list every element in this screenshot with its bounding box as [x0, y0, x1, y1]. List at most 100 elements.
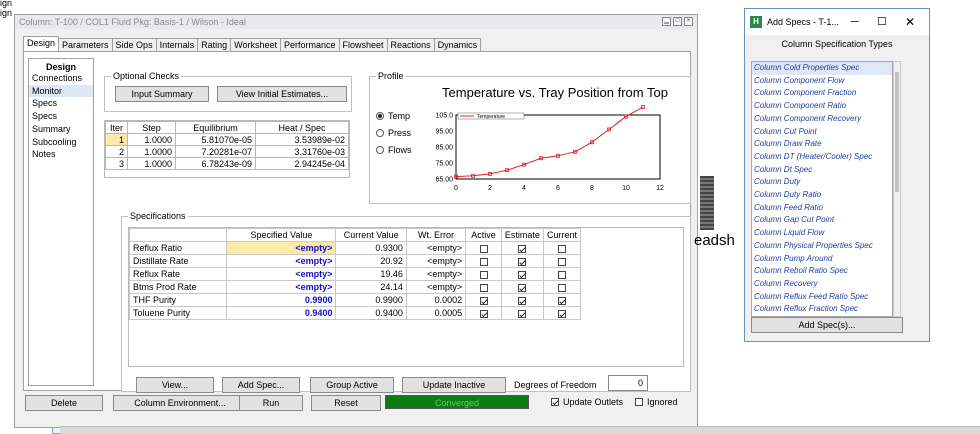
- active-checkbox[interactable]: [479, 283, 488, 292]
- current-checkbox[interactable]: [557, 244, 566, 253]
- scrollbar-thumb[interactable]: [895, 72, 899, 192]
- tab-internals[interactable]: Internals: [155, 38, 199, 51]
- specified-value-cell[interactable]: <empty>: [226, 254, 337, 268]
- radio-temp[interactable]: Temp: [376, 107, 412, 124]
- list-item[interactable]: Column Dt Spec: [752, 164, 892, 177]
- reset-button[interactable]: Reset: [311, 395, 381, 411]
- active-checkbox[interactable]: [479, 296, 488, 305]
- radio-flows[interactable]: Flows: [376, 141, 412, 158]
- list-item[interactable]: Column Pump Around: [752, 253, 892, 266]
- table-row[interactable]: 3 1.0000 6.78243e-09 2.94245e-04: [105, 157, 349, 170]
- minimize-icon[interactable]: ▁: [662, 17, 671, 26]
- radio-flows-indicator[interactable]: [376, 145, 384, 154]
- horizontal-scrollbar[interactable]: [60, 426, 980, 434]
- radio-temp-indicator[interactable]: [376, 111, 384, 120]
- specified-value-cell[interactable]: <empty>: [226, 280, 337, 294]
- minimize-icon[interactable]: ─: [851, 9, 859, 35]
- estimate-checkbox[interactable]: [518, 283, 527, 292]
- list-item[interactable]: Column Reflux Feed Ratio Spec: [752, 291, 892, 304]
- table-row[interactable]: Distillate Rate <empty> 20.92 <empty>: [128, 254, 582, 268]
- tab-design[interactable]: Design: [23, 36, 60, 51]
- view-button[interactable]: View...: [136, 377, 214, 393]
- current-checkbox[interactable]: [557, 257, 566, 266]
- list-item[interactable]: Column Cold Properties Spec: [752, 62, 892, 75]
- tab-rating[interactable]: Rating: [197, 38, 232, 51]
- active-checkbox[interactable]: [479, 257, 488, 266]
- table-row[interactable]: 1 1.0000 5.81070e-05 3.53989e-02: [105, 133, 349, 146]
- list-scrollbar[interactable]: [893, 61, 901, 317]
- tab-flowsheet[interactable]: Flowsheet: [338, 38, 388, 51]
- nav-item-specs[interactable]: Specs: [29, 97, 93, 110]
- ignored-checkbox[interactable]: Ignored: [635, 397, 678, 407]
- update-outlets-checkbox[interactable]: Update Outlets: [551, 397, 623, 407]
- current-checkbox[interactable]: [557, 270, 566, 279]
- update-inactive-button[interactable]: Update Inactive: [402, 377, 506, 393]
- delete-button[interactable]: Delete: [25, 395, 103, 411]
- list-item[interactable]: Column Feed Ratio: [752, 202, 892, 215]
- close-icon[interactable]: ×: [684, 17, 693, 26]
- view-initial-estimates-button[interactable]: View Initial Estimates...: [217, 86, 347, 102]
- table-row[interactable]: THF Purity 0.9900 0.9900 0.0002: [128, 293, 582, 307]
- spec-types-list[interactable]: Column Cold Properties Spec Column Compon…: [751, 61, 893, 317]
- list-item[interactable]: Column Draw Rate: [752, 138, 892, 151]
- tab-side-ops[interactable]: Side Ops: [111, 38, 157, 51]
- active-checkbox[interactable]: [479, 244, 488, 253]
- ignored-check[interactable]: [635, 398, 643, 406]
- current-checkbox[interactable]: [557, 309, 566, 318]
- list-item[interactable]: Column Reflux Fraction Spec: [752, 303, 892, 316]
- maximize-icon[interactable]: ☐: [877, 9, 887, 35]
- input-summary-button[interactable]: Input Summary: [115, 86, 209, 102]
- radio-press[interactable]: Press: [376, 124, 412, 141]
- specified-value-cell[interactable]: <empty>: [226, 241, 337, 255]
- nav-item-specs-summary[interactable]: Specs Summary: [29, 110, 93, 135]
- tab-worksheet[interactable]: Worksheet: [230, 38, 281, 51]
- estimate-checkbox[interactable]: [518, 270, 527, 279]
- estimate-checkbox[interactable]: [518, 257, 527, 266]
- tab-reactions[interactable]: Reactions: [386, 38, 435, 51]
- estimate-checkbox[interactable]: [518, 309, 527, 318]
- nav-item-subcooling[interactable]: Subcooling: [29, 136, 93, 149]
- list-item[interactable]: Column Cut Point: [752, 126, 892, 139]
- list-item[interactable]: Column Duty: [752, 176, 892, 189]
- table-row[interactable]: Toluene Purity 0.9400 0.9400 0.0005: [128, 306, 582, 320]
- list-item[interactable]: Column Gap Cut Point: [752, 214, 892, 227]
- active-checkbox[interactable]: [479, 270, 488, 279]
- table-row[interactable]: 2 1.0000 7.20281e-07 3.31760e-03: [105, 145, 349, 158]
- active-checkbox[interactable]: [479, 309, 488, 318]
- estimate-checkbox[interactable]: [518, 244, 527, 253]
- table-row[interactable]: Btms Prod Rate <empty> 24.14 <empty>: [128, 280, 582, 294]
- list-item[interactable]: Column Component Recovery: [752, 113, 892, 126]
- nav-item-connections[interactable]: Connections: [29, 72, 93, 85]
- tab-dynamics[interactable]: Dynamics: [433, 38, 482, 51]
- table-row[interactable]: Reflux Rate <empty> 19.46 <empty>: [128, 267, 582, 281]
- list-item[interactable]: Column Liquid Flow: [752, 227, 892, 240]
- add-spec-button[interactable]: Add Spec...: [222, 377, 300, 393]
- list-item[interactable]: Column Recovery: [752, 278, 892, 291]
- specified-value-cell[interactable]: 0.9400: [226, 306, 337, 320]
- run-button[interactable]: Run: [239, 395, 303, 411]
- list-item[interactable]: Column Component Ratio: [752, 100, 892, 113]
- maximize-icon[interactable]: □: [673, 17, 682, 26]
- update-outlets-check[interactable]: [551, 398, 559, 406]
- radio-press-indicator[interactable]: [376, 128, 384, 137]
- nav-item-notes[interactable]: Notes: [29, 148, 93, 161]
- current-checkbox[interactable]: [557, 283, 566, 292]
- list-item[interactable]: Column Component Flow: [752, 75, 892, 88]
- estimate-checkbox[interactable]: [518, 296, 527, 305]
- current-checkbox[interactable]: [557, 296, 566, 305]
- list-item[interactable]: Column Duty Ratio: [752, 189, 892, 202]
- list-item[interactable]: Column Component Fraction: [752, 87, 892, 100]
- group-active-button[interactable]: Group Active: [310, 377, 394, 393]
- nav-item-monitor[interactable]: Monitor: [29, 84, 93, 98]
- close-icon[interactable]: ✕: [905, 9, 915, 35]
- tab-parameters[interactable]: Parameters: [58, 38, 113, 51]
- list-item[interactable]: Column DT (Heater/Cooler) Spec: [752, 151, 892, 164]
- tab-performance[interactable]: Performance: [279, 38, 340, 51]
- list-item[interactable]: Column Reboil Ratio Spec: [752, 265, 892, 278]
- add-specs-button[interactable]: Add Spec(s)...: [751, 317, 903, 333]
- column-environment-button[interactable]: Column Environment...: [113, 395, 247, 411]
- list-item[interactable]: Column Physical Properties Spec: [752, 240, 892, 253]
- specified-value-cell[interactable]: 0.9900: [226, 293, 337, 307]
- specified-value-cell[interactable]: <empty>: [226, 267, 337, 281]
- table-row[interactable]: Reflux Ratio <empty> 0.9300 <empty>: [128, 241, 582, 255]
